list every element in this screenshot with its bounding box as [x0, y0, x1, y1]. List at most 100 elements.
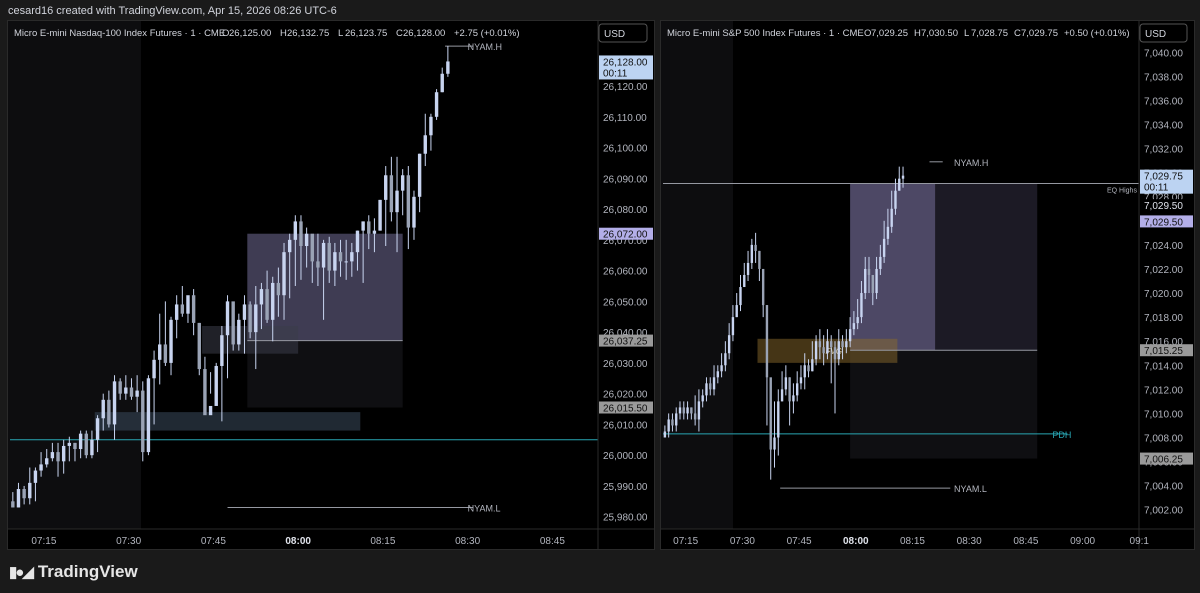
- price-label: 7,015.25: [1144, 346, 1183, 357]
- candle-body: [191, 295, 196, 323]
- candle-body: [446, 61, 450, 74]
- candle-body: [750, 244, 754, 263]
- candle-body: [39, 464, 43, 471]
- candle-body: [338, 252, 343, 262]
- candle-body: [203, 369, 207, 416]
- candle-body: [780, 389, 784, 402]
- nasdaq-chart-svg[interactable]: NYAM.H NYAM.L 25,980.00 25,990.00 26,000.00 2…: [8, 21, 654, 549]
- sp500-chart-svg[interactable]: FVGNYAM.HNYAM.LEQ HighsPDH7,002.007,004.…: [661, 21, 1194, 549]
- candle-body: [321, 242, 326, 268]
- candle-body: [310, 233, 314, 262]
- candle-body: [33, 470, 38, 483]
- candle-body: [378, 199, 382, 231]
- y-tick-label: 7,024.00: [1144, 241, 1183, 252]
- y-tick-label: 26,030.00: [603, 359, 648, 370]
- candle-body: [709, 383, 712, 390]
- y-tick-label: 25,980.00: [603, 513, 648, 524]
- candle-body: [429, 116, 433, 136]
- candle-body: [792, 395, 795, 402]
- countdown-label: 00:11: [603, 68, 628, 79]
- x-tick-label: 09:00: [1070, 536, 1095, 547]
- candle-body: [169, 319, 173, 363]
- candle-body: [871, 274, 874, 294]
- candle-body: [225, 301, 230, 336]
- candle-body: [135, 390, 139, 397]
- candle-body: [406, 175, 411, 228]
- price-label: 26,015.50: [603, 404, 648, 415]
- candle-body: [440, 73, 444, 93]
- candle-body: [107, 399, 111, 425]
- y-tick-label: 7,004.00: [1144, 482, 1183, 493]
- candle-body: [769, 377, 772, 450]
- candle-body: [686, 407, 689, 414]
- candle-body: [693, 413, 697, 420]
- currency-label: USD: [1145, 29, 1166, 40]
- candle-body: [45, 458, 49, 465]
- sp500-chart-panel[interactable]: FVG NYAM.H NYAM.L EQ Highs PDH 7,002.00 7,004.…: [660, 20, 1195, 550]
- candle-body: [372, 230, 377, 234]
- ohlc-change: +0.50 (+0.01%): [1064, 28, 1130, 39]
- y-tick-label: 7,018.00: [1144, 313, 1183, 324]
- x-tick-label: 07:45: [201, 536, 226, 547]
- x-tick-label: 08:15: [900, 536, 925, 547]
- candle-body: [773, 437, 776, 450]
- y-tick-label: 26,120.00: [603, 82, 648, 93]
- candle-body: [316, 261, 320, 268]
- candle-body: [879, 256, 882, 269]
- y-tick-label: 7,002.00: [1144, 506, 1183, 517]
- ohlc-value-h: 26,132.75: [287, 28, 329, 39]
- x-tick-label: 08:30: [455, 536, 480, 547]
- candle-body: [833, 347, 837, 360]
- candle-body: [180, 304, 185, 314]
- candle-body: [754, 244, 757, 251]
- ohlc-value-o: 26,125.00: [229, 28, 271, 39]
- candle-body: [830, 341, 833, 348]
- nyam-high-label: NYAM.H: [954, 158, 988, 168]
- candle-body: [731, 317, 735, 336]
- x-tick-label: 07:15: [31, 536, 56, 547]
- candle-body: [671, 419, 674, 426]
- candle-body: [697, 401, 701, 420]
- price-label: 26,037.25: [603, 337, 648, 348]
- nasdaq-chart-panel[interactable]: NYAM.H NYAM.L 25,980.00 25,990.00 26,000.00 2…: [7, 20, 655, 550]
- y-tick-label: 7,014.00: [1144, 361, 1183, 372]
- price-axis-bg: [598, 21, 654, 549]
- y-tick-label: 7,020.00: [1144, 289, 1183, 300]
- candle-body: [886, 226, 890, 239]
- candle-body: [864, 268, 867, 294]
- candle-body: [158, 344, 162, 360]
- ohlc-value-c: 7,029.75: [1021, 28, 1058, 39]
- candle-body: [248, 304, 252, 333]
- candle-body: [882, 238, 886, 257]
- candle-body: [350, 252, 354, 262]
- nyam-high-label: NYAM.H: [468, 42, 502, 52]
- candle-body: [826, 341, 829, 354]
- candle-body: [848, 329, 852, 342]
- ohlc-value-h: 7,030.50: [921, 28, 958, 39]
- candle-body: [811, 359, 814, 372]
- candle-body: [124, 387, 128, 394]
- x-tick-label: 09:1: [1130, 536, 1150, 547]
- y-tick-label: 26,080.00: [603, 205, 648, 216]
- price-label: 26,072.00: [603, 230, 648, 241]
- footer-brand[interactable]: ▮●◢ TradingView: [9, 562, 138, 582]
- candle-body: [845, 341, 848, 348]
- y-tick-label: 7,034.00: [1144, 120, 1183, 131]
- candle-body: [412, 196, 416, 228]
- candle-body: [50, 452, 55, 459]
- ohlc-change: +2.75 (+0.01%): [454, 28, 520, 39]
- candle-body: [61, 445, 66, 462]
- candle-body: [214, 365, 218, 406]
- candle-body: [788, 377, 791, 402]
- candle-body: [400, 175, 405, 191]
- x-tick-label: 07:30: [730, 536, 755, 547]
- candle-body: [818, 341, 822, 348]
- candle-body: [361, 221, 365, 231]
- candle-body: [163, 344, 168, 363]
- countdown-label: 00:11: [1144, 183, 1169, 194]
- candle-body: [271, 282, 275, 320]
- candle-body: [890, 208, 893, 227]
- candle-body: [293, 221, 298, 240]
- price-label: 7,029.50: [1144, 217, 1183, 228]
- x-tick-label: 08:00: [285, 536, 311, 547]
